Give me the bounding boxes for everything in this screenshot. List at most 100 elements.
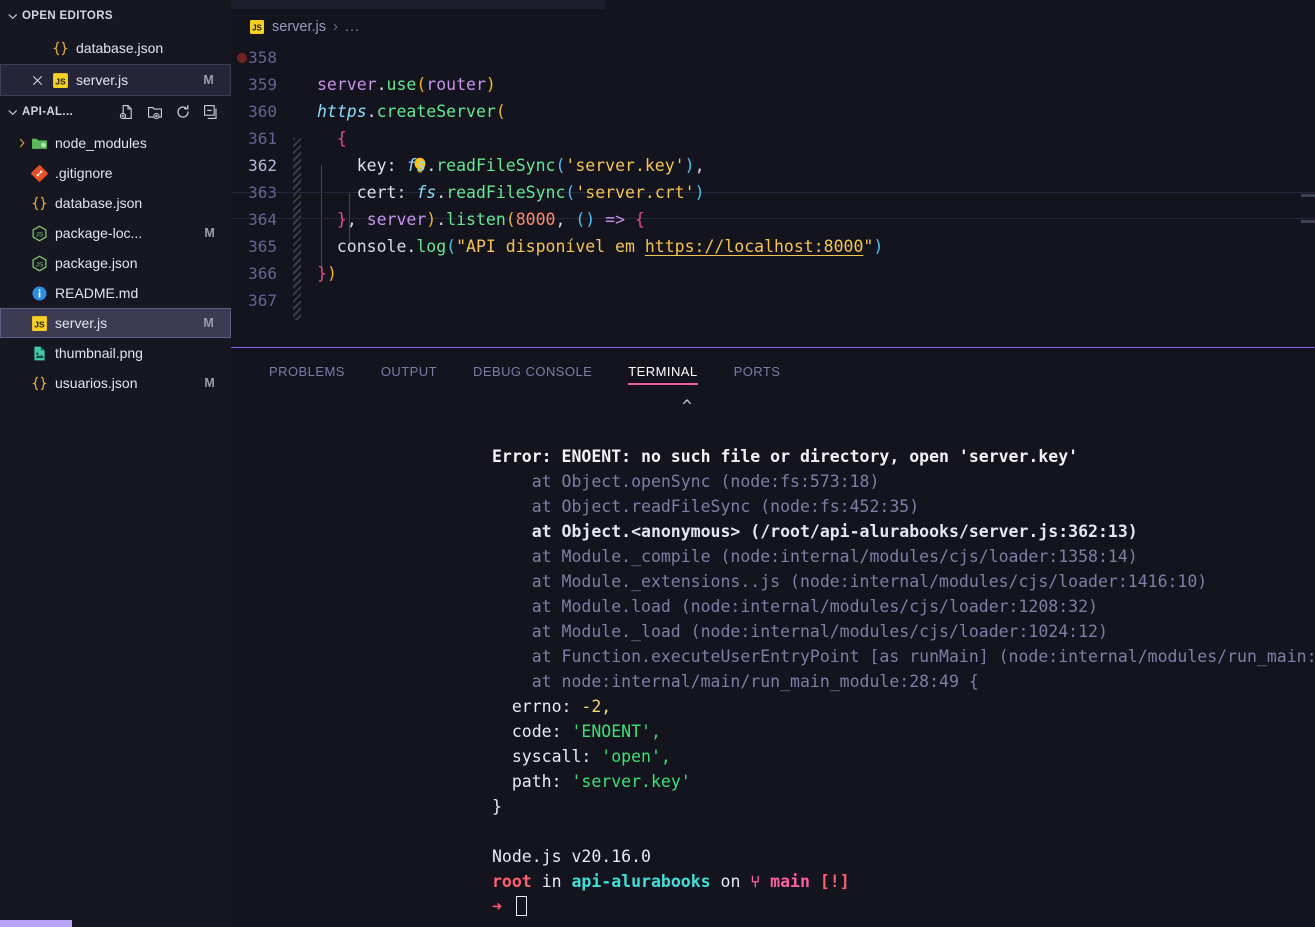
breadcrumb[interactable]: JS server.js › ...	[231, 9, 1315, 44]
sidebar-scrollbar-thumb[interactable]	[0, 920, 72, 927]
svg-text:JS: JS	[35, 231, 43, 238]
tree-item-label: package.json	[55, 255, 138, 271]
code-line-366[interactable]: 366 })	[231, 260, 1315, 287]
prompt-directory: api-alurabooks	[571, 872, 711, 891]
refresh-icon[interactable]	[175, 104, 191, 120]
sidebar: OPEN EDITORS database.json JS server.js …	[0, 0, 231, 927]
open-editor-label: database.json	[76, 40, 164, 56]
ruler-mark	[1301, 220, 1315, 223]
terminal-prop-errno: errno: -2,	[492, 694, 1315, 719]
open-editor-item-server-js[interactable]: JS server.js M	[0, 64, 231, 96]
prompt-arrow-icon: ➜	[492, 897, 502, 916]
tree-item-node-modules[interactable]: node_modules	[0, 128, 231, 158]
code-line-365[interactable]: 365 console.log("API disponível em https…	[231, 233, 1315, 260]
json-icon	[30, 194, 48, 212]
explorer-header[interactable]: API-AL...	[0, 96, 231, 128]
tab-output[interactable]: OUTPUT	[363, 348, 455, 394]
open-editors-header[interactable]: OPEN EDITORS	[0, 0, 231, 32]
prompt-user: root	[492, 872, 532, 891]
editor-tab-server-js[interactable]	[231, 0, 605, 9]
tree-item-label: package-loc...	[55, 225, 143, 241]
line-number: 365	[248, 237, 277, 256]
js-icon: JS	[51, 71, 69, 89]
modified-badge: M	[203, 73, 214, 87]
terminal-node-version: Node.js v20.16.0	[492, 847, 651, 866]
terminal-prop-syscall: syscall: 'open',	[492, 744, 1315, 769]
code-line-362[interactable]: 362 key: fs.readFileSync('server.key'),	[231, 152, 1315, 179]
svg-text:JS: JS	[35, 261, 43, 268]
line-number: 362	[248, 156, 277, 175]
tab-debug-console[interactable]: DEBUG CONSOLE	[455, 348, 610, 394]
terminal-stack-line-highlighted[interactable]: at Object.<anonymous> (/root/api-alurabo…	[492, 519, 1315, 544]
open-editor-item-database-json[interactable]: database.json	[0, 32, 231, 64]
git-icon	[30, 164, 48, 182]
tree-item-thumbnail-png[interactable]: thumbnail.png	[0, 338, 231, 368]
tree-item-server-js[interactable]: JS server.js M	[0, 308, 231, 338]
close-icon[interactable]	[28, 71, 46, 89]
open-editors-list: database.json JS server.js M	[0, 32, 231, 96]
modified-badge: M	[203, 316, 214, 330]
info-icon	[30, 284, 48, 302]
new-file-icon[interactable]	[119, 104, 135, 120]
image-icon	[30, 344, 48, 362]
overview-ruler[interactable]	[1301, 44, 1315, 347]
prompt-in-word: in	[541, 872, 562, 891]
open-editor-label: server.js	[76, 72, 129, 88]
terminal-output[interactable]: ^ Error: ENOENT: no such file or directo…	[231, 394, 1315, 927]
prompt-on-word: on	[720, 872, 741, 891]
new-folder-icon[interactable]	[147, 104, 163, 120]
tree-item-label: README.md	[55, 285, 139, 301]
code-text: https.createServer(	[317, 102, 506, 121]
tree-item-database-json[interactable]: database.json	[0, 188, 231, 218]
js-icon: JS	[249, 19, 265, 35]
code-line-359[interactable]: 359 server.use(router)	[231, 71, 1315, 98]
terminal-stack-line: at Module._load (node:internal/modules/c…	[492, 622, 1108, 641]
npm-icon: JS	[30, 254, 48, 272]
json-icon	[30, 374, 48, 392]
terminal-stack-line: at Object.openSync (node:fs:573:18)	[492, 472, 880, 491]
breadcrumb-overflow[interactable]: ...	[345, 19, 360, 35]
tree-item-readme-md[interactable]: README.md	[0, 278, 231, 308]
file-tree: node_modules .gitignore database.json JS…	[0, 128, 231, 927]
chevron-down-icon	[6, 105, 20, 119]
prop-key: code:	[492, 722, 572, 741]
prop-value: 'ENOENT',	[571, 722, 661, 741]
tree-item-label: database.json	[55, 195, 143, 211]
terminal-input-line[interactable]: ➜	[492, 894, 1315, 919]
json-icon	[51, 39, 69, 57]
code-line-361[interactable]: 361 {	[231, 125, 1315, 152]
vscode-window: OPEN EDITORS database.json JS server.js …	[0, 0, 1315, 927]
code-text: server.use(router)	[317, 75, 496, 94]
tree-item-package-lock-json[interactable]: JS package-loc... M	[0, 218, 231, 248]
chevron-right-icon	[14, 137, 30, 149]
svg-text:JS: JS	[34, 319, 45, 329]
modified-badge: M	[204, 226, 215, 240]
open-editors-title: OPEN EDITORS	[22, 10, 113, 22]
prop-value: 'open',	[601, 747, 671, 766]
code-line-367[interactable]: 367	[231, 287, 1315, 314]
terminal-stack-line: at Function.executeUserEntryPoint [as ru…	[492, 647, 1315, 666]
editor-tab-strip	[231, 0, 1315, 9]
glyph-margin[interactable]	[287, 125, 426, 206]
tab-ports[interactable]: PORTS	[716, 348, 799, 394]
terminal-prompt-line: root in api-alurabooks on ⑂ main [!]	[492, 869, 1315, 894]
tree-item-usuarios-json[interactable]: usuarios.json M	[0, 368, 231, 398]
sidebar-scrollbar-track[interactable]	[0, 920, 231, 927]
tab-terminal[interactable]: TERMINAL	[610, 348, 715, 394]
collapse-all-icon[interactable]	[203, 104, 219, 120]
code-line-358[interactable]: 358	[231, 44, 1315, 71]
terminal-blank	[492, 819, 1315, 844]
breakpoint-icon[interactable]	[237, 53, 247, 63]
tab-problems[interactable]: PROBLEMS	[251, 348, 363, 394]
tree-item-gitignore[interactable]: .gitignore	[0, 158, 231, 188]
code-text: })	[317, 264, 337, 283]
line-number: 361	[248, 129, 277, 148]
line-number: 366	[248, 264, 277, 283]
code-editor[interactable]: 358 359 server.use(router) 360 https.cre…	[231, 44, 1315, 347]
svg-text:JS: JS	[55, 76, 66, 86]
breadcrumb-file[interactable]: server.js	[272, 19, 326, 35]
lightbulb-icon[interactable]	[292, 129, 426, 173]
tree-item-package-json[interactable]: JS package.json	[0, 248, 231, 278]
code-line-360[interactable]: 360 https.createServer(	[231, 98, 1315, 125]
line-number: 363	[248, 183, 277, 202]
